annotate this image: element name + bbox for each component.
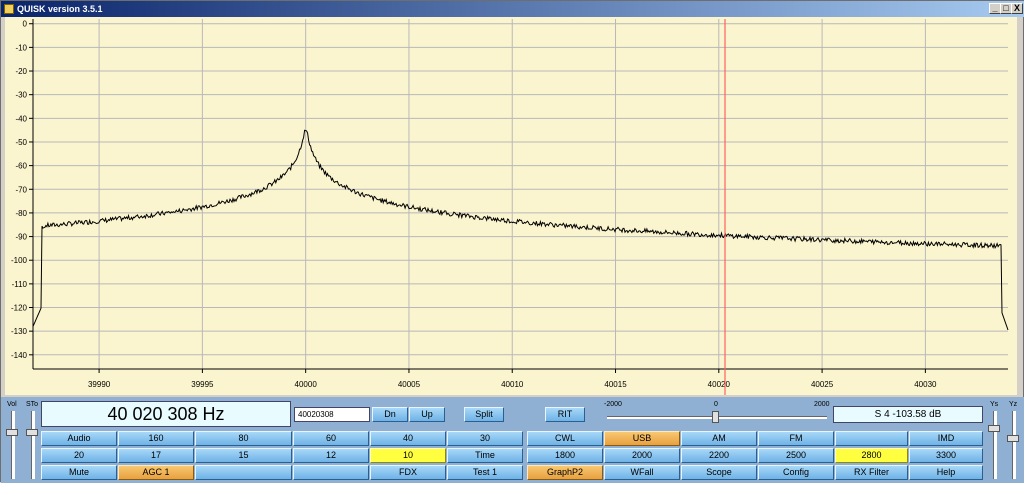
x-tick-label: 40030 <box>914 380 937 389</box>
band-160-button[interactable]: 160 <box>118 431 194 446</box>
blank-mode-button[interactable] <box>835 431 908 446</box>
agc-button[interactable]: AGC 1 <box>118 465 194 480</box>
band-40-button[interactable]: 40 <box>370 431 446 446</box>
blank-button-1[interactable] <box>195 465 292 480</box>
rit-slider-thumb[interactable] <box>712 411 719 423</box>
band-30-button[interactable]: 30 <box>447 431 523 446</box>
spectrum-graph[interactable]: 0 -10 -20 -30 -40 -50 -60 -70 -80 -90 -100 -110 -120… <box>5 17 1017 395</box>
y-tick-label: -60 <box>15 162 27 171</box>
band-15-button[interactable]: 15 <box>195 448 292 463</box>
y-tick-label: -110 <box>12 280 28 289</box>
vol-slider-thumb[interactable] <box>6 429 18 436</box>
audio-button[interactable]: Audio <box>41 431 117 446</box>
x-tick-label: 40025 <box>811 380 834 389</box>
sto-slider-thumb[interactable] <box>26 429 38 436</box>
rit-scale-mid: 0 <box>714 401 718 408</box>
yz-slider-thumb[interactable] <box>1007 435 1019 442</box>
vol-label: Vol <box>7 401 17 408</box>
dn-button[interactable]: Dn <box>372 407 408 422</box>
x-tick-label: 40015 <box>604 380 627 389</box>
x-tick-label: 40010 <box>501 380 524 389</box>
graph-button[interactable]: GraphP2 <box>527 465 603 480</box>
time-button[interactable]: Time <box>447 448 523 463</box>
waterfall-button[interactable]: WFall <box>604 465 680 480</box>
y-tick-label: -100 <box>11 256 28 265</box>
spectrum-trace <box>32 129 1009 331</box>
s-meter-display: S 4 -103.58 dB <box>833 406 983 423</box>
frequency-entry[interactable]: 40020308 <box>294 407 370 422</box>
spectrum-svg[interactable]: 0 -10 -20 -30 -40 -50 -60 -70 -80 -90 -100 -110 -120… <box>5 17 1017 395</box>
y-tick-label: -10 <box>15 43 27 52</box>
config-button[interactable]: Config <box>758 465 834 480</box>
rx-filter-button[interactable]: RX Filter <box>835 465 908 480</box>
rit-scale-max: 2000 <box>814 401 830 408</box>
usb-button[interactable]: USB <box>604 431 680 446</box>
y-tick-label: -90 <box>15 233 27 242</box>
yz-slider[interactable] <box>1012 411 1016 479</box>
frequency-display: 40 020 308 Hz <box>41 401 291 427</box>
ys-slider-thumb[interactable] <box>988 425 1000 432</box>
x-tick-label: 39995 <box>191 380 214 389</box>
filter-2000-button[interactable]: 2000 <box>604 448 680 463</box>
scope-button[interactable]: Scope <box>681 465 757 480</box>
band-12-button[interactable]: 12 <box>293 448 369 463</box>
split-button[interactable]: Split <box>464 407 504 422</box>
up-button[interactable]: Up <box>409 407 445 422</box>
am-button[interactable]: AM <box>681 431 757 446</box>
y-tick-label: -80 <box>15 209 27 218</box>
x-tick-label: 39990 <box>88 380 111 389</box>
x-tick-label: 40005 <box>398 380 421 389</box>
band-10-button[interactable]: 10 <box>370 448 446 463</box>
title-bar[interactable]: QUISK version 3.5.1 _ □ X <box>1 1 1024 17</box>
ys-label: Ys <box>990 401 999 408</box>
fm-button[interactable]: FM <box>758 431 834 446</box>
filter-2200-button[interactable]: 2200 <box>681 448 757 463</box>
filter-3300-button[interactable]: 3300 <box>909 448 983 463</box>
y-tick-label: -40 <box>15 114 27 123</box>
y-tick-label: -50 <box>15 138 27 147</box>
filter-2500-button[interactable]: 2500 <box>758 448 834 463</box>
window-title: QUISK version 3.5.1 <box>17 4 103 14</box>
close-button[interactable]: X <box>1011 3 1023 14</box>
band-17-button[interactable]: 17 <box>118 448 194 463</box>
rit-button[interactable]: RIT <box>545 407 585 422</box>
band-20-button[interactable]: 20 <box>41 448 117 463</box>
filter-2800-button[interactable]: 2800 <box>835 448 908 463</box>
vol-slider[interactable] <box>11 411 15 479</box>
filter-1800-button[interactable]: 1800 <box>527 448 603 463</box>
y-tick-label: -20 <box>15 67 27 76</box>
help-button[interactable]: Help <box>909 465 983 480</box>
control-panel: Vol STo 40 020 308 Hz 40020308 Dn Up Spl… <box>1 397 1024 483</box>
main-window: QUISK version 3.5.1 _ □ X 0 -10 -20 -30 -40 -… <box>0 0 1024 483</box>
x-tick-label: 40000 <box>295 380 318 389</box>
y-tick-label: -30 <box>15 91 27 100</box>
app-icon <box>4 4 14 14</box>
mute-button[interactable]: Mute <box>41 465 117 480</box>
sto-label: STo <box>26 401 39 408</box>
ys-slider[interactable] <box>993 411 997 479</box>
rit-scale-min: -2000 <box>604 401 622 408</box>
yz-label: Yz <box>1009 401 1018 408</box>
band-80-button[interactable]: 80 <box>195 431 292 446</box>
cwl-button[interactable]: CWL <box>527 431 603 446</box>
y-tick-label: -70 <box>15 185 27 194</box>
y-tick-label: -120 <box>11 304 28 313</box>
imd-button[interactable]: IMD <box>909 431 983 446</box>
sto-slider[interactable] <box>31 411 35 479</box>
y-tick-label: -130 <box>11 327 28 336</box>
y-tick-label: -140 <box>11 351 28 360</box>
blank-button-2[interactable] <box>293 465 369 480</box>
fdx-button[interactable]: FDX <box>370 465 446 480</box>
x-tick-label: 40020 <box>708 380 731 389</box>
y-tick-label: 0 <box>23 20 28 29</box>
band-60-button[interactable]: 60 <box>293 431 369 446</box>
test1-button[interactable]: Test 1 <box>447 465 523 480</box>
